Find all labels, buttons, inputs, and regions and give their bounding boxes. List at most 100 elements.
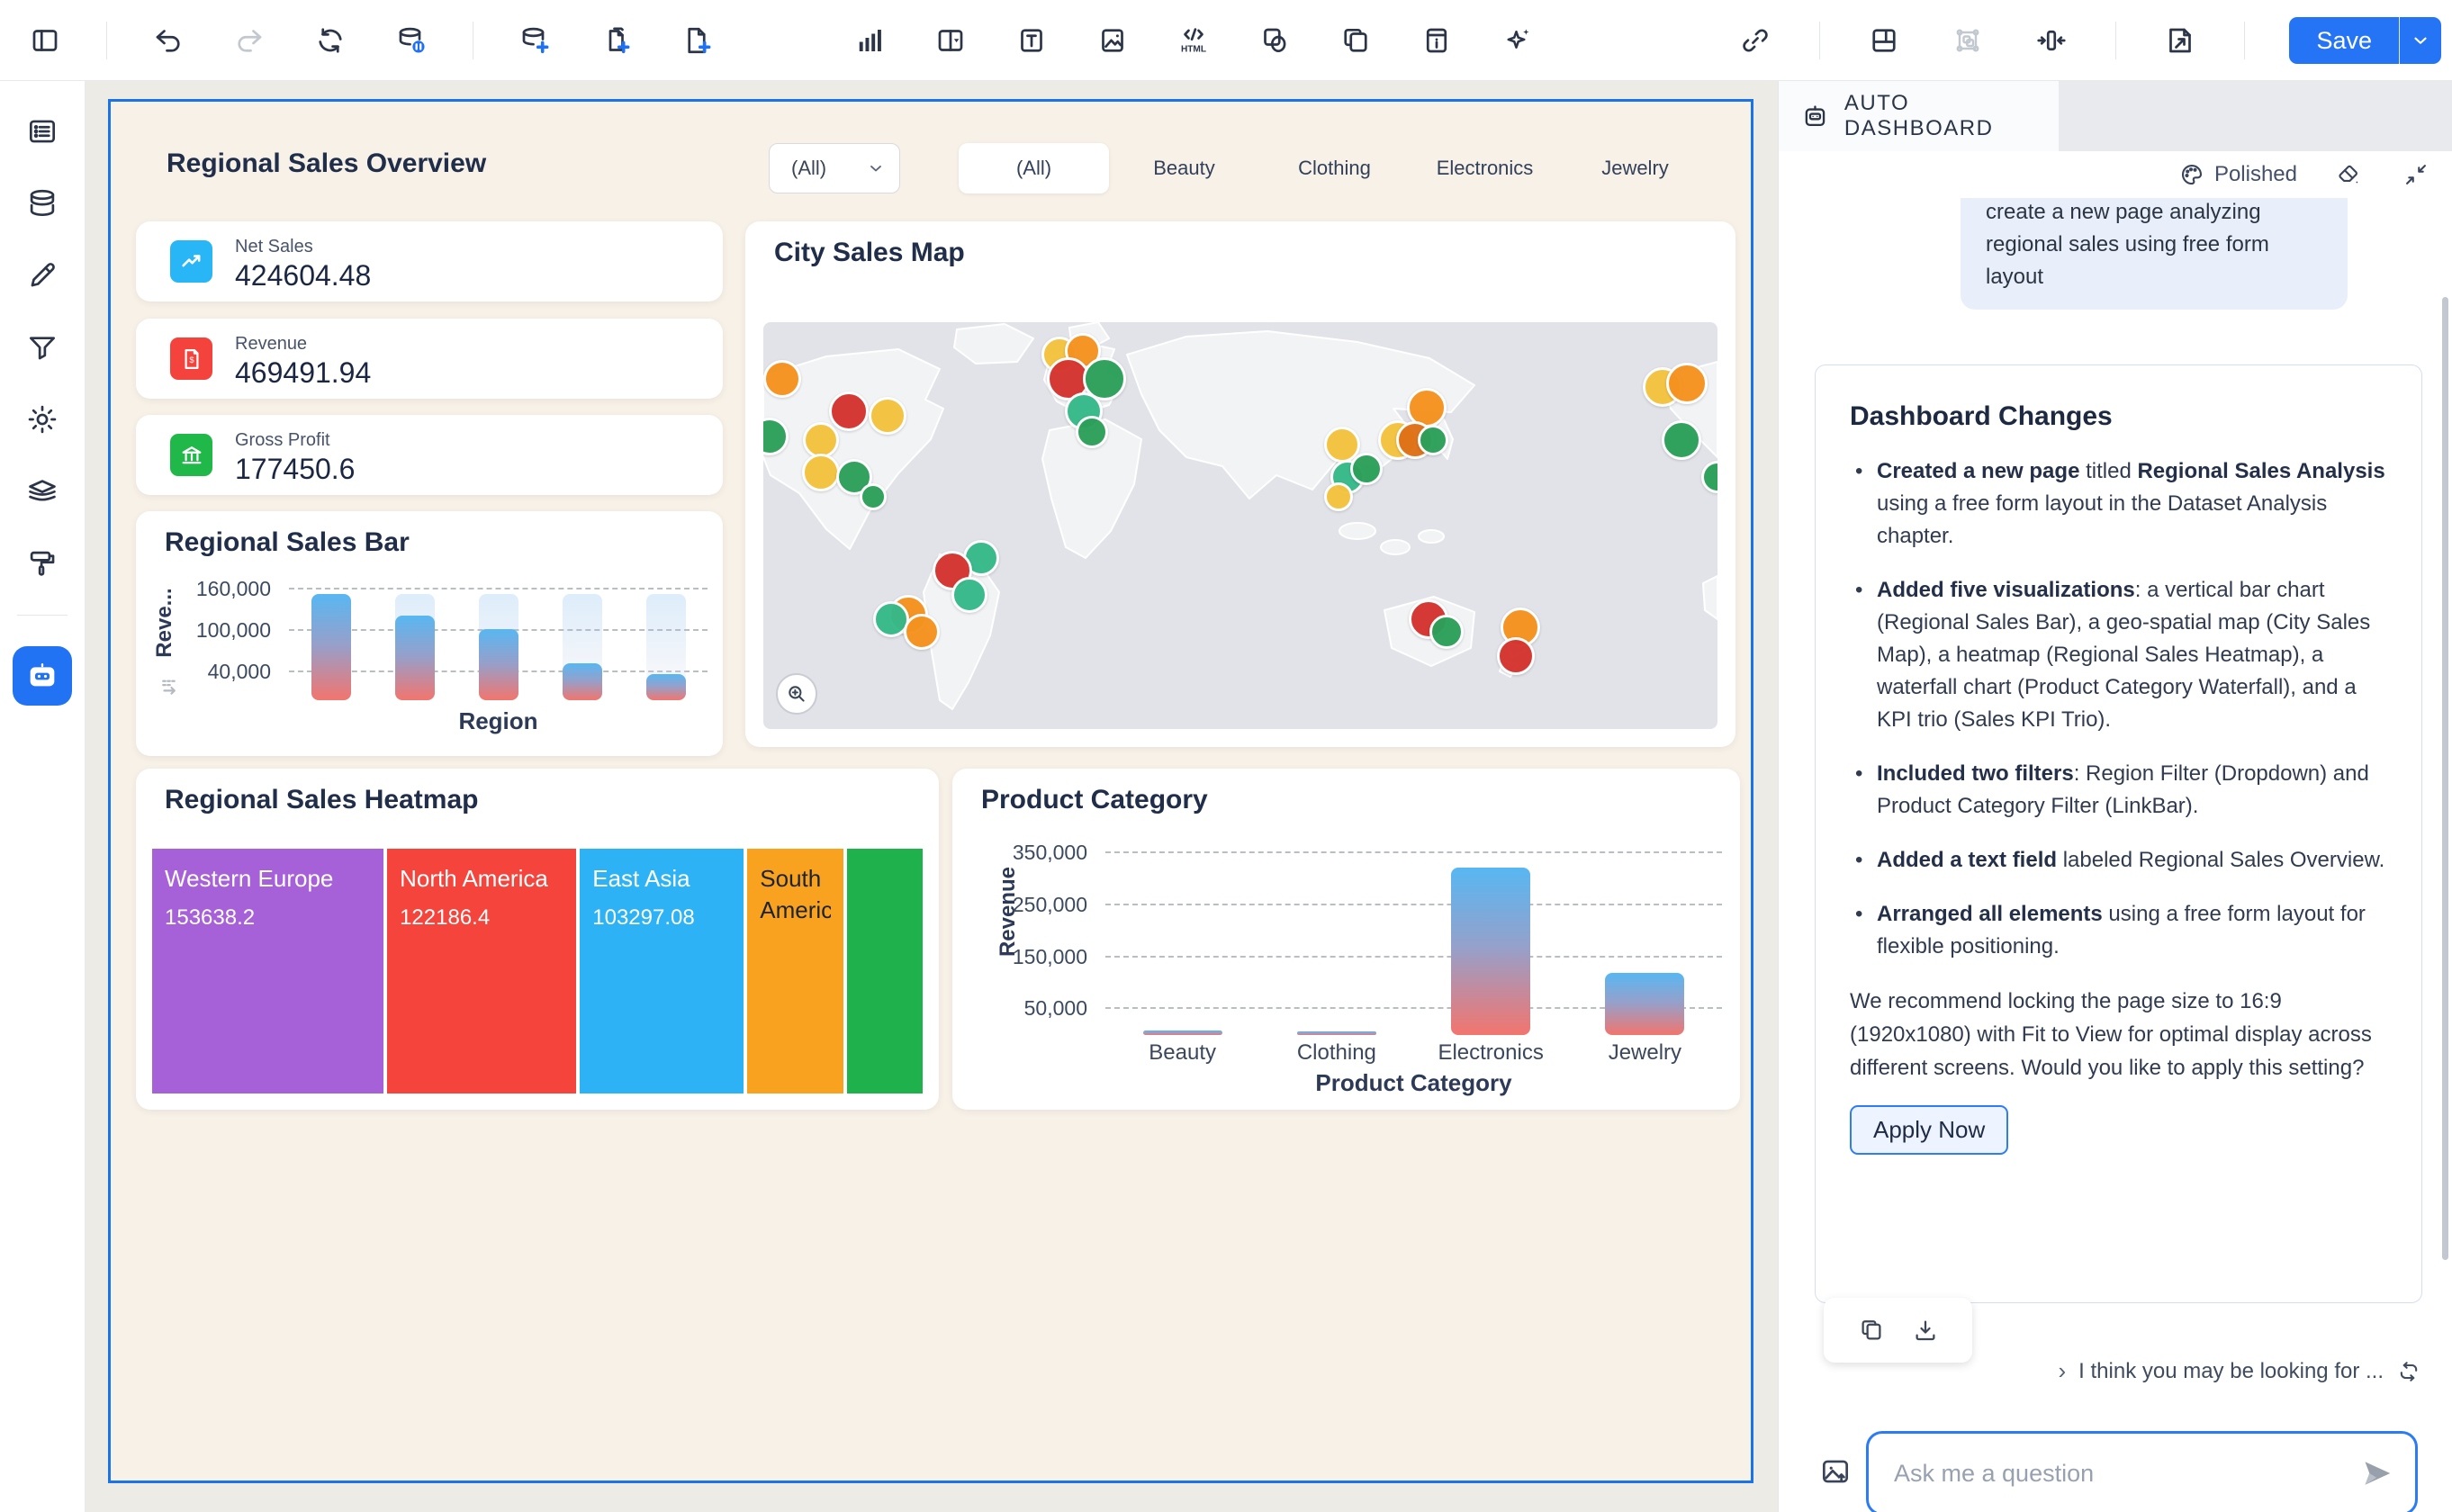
treemap-block[interactable] [847,849,923,1094]
panel-scrollbar[interactable] [2442,297,2448,1260]
kpi-card-net-sales[interactable]: Net Sales 424604.48 [136,221,723,302]
linkbar-option-jewelry[interactable]: Jewelry [1560,143,1710,194]
treemap-block-western-europe[interactable]: Western Europe153638.2 [152,849,383,1094]
save-button[interactable]: Save [2289,17,2441,64]
linkbar-option-all[interactable]: (All) [959,143,1109,194]
treemap-block-south-america[interactable]: South America [747,849,843,1094]
ai-sparkle-icon[interactable] [1498,21,1537,60]
insert-filter-widget-icon[interactable] [931,21,970,60]
sidebar-item-auto-dashboard-robot-icon[interactable] [13,646,72,706]
eraser-icon[interactable] [2335,161,2362,188]
city-dot-yellow [1324,482,1353,511]
sidebar-item-layers-icon[interactable] [22,471,63,512]
waterfall-plot: 50,000150,000250,000350,000 [1105,835,1722,1035]
suggestion-row[interactable]: › I think you may be looking for ... [2058,1357,2421,1385]
sidebar-toggle-icon[interactable] [25,21,65,60]
kpi-label: Gross Profit [235,430,330,451]
axis-pager-icon[interactable] [158,673,185,700]
ask-input[interactable] [1894,1460,2361,1488]
add-dataset-icon[interactable] [515,21,554,60]
city-dot-green [1076,416,1108,448]
chart-title: Regional Sales Heatmap [165,785,478,815]
treemap-label: South America [760,863,831,926]
collapse-horizontal-icon[interactable] [2032,21,2071,60]
bar-jewelry [1605,973,1684,1035]
send-icon[interactable] [2361,1457,2393,1490]
city-dot-green [1701,461,1717,493]
kpi-value: 177450.6 [235,453,355,486]
collapse-panel-icon[interactable] [2403,162,2429,187]
layout-icon[interactable] [1864,21,1904,60]
y-tick-label: 150,000 [1013,945,1087,969]
ask-row [1779,1431,2452,1512]
regional-sales-heatmap-widget[interactable]: Regional Sales Heatmap Western Europe153… [136,769,939,1110]
insert-image-icon[interactable] [1093,21,1132,60]
duplicate-page-add-icon[interactable] [596,21,636,60]
sidebar-item-settings-icon[interactable] [22,399,63,440]
info-card-icon[interactable] [1417,21,1456,60]
sidebar-item-catalog-icon[interactable] [22,111,63,152]
sidebar-item-filter-icon[interactable] [22,327,63,368]
map-zoom-control[interactable] [776,673,817,715]
suggestion-text[interactable]: I think you may be looking for ... [2078,1359,2384,1384]
save-button-label[interactable]: Save [2289,17,2399,64]
bar-chart-plot: 40,000100,000160,000 [289,581,708,700]
x-tick-label: Clothing [1259,1040,1413,1066]
sidebar-item-theme-icon[interactable] [22,543,63,584]
linkbar-option-beauty[interactable]: Beauty [1109,143,1259,194]
bars [1105,835,1722,1035]
undo-icon[interactable] [149,21,188,60]
copy-icon[interactable] [1858,1317,1885,1344]
regenerate-icon[interactable] [2396,1359,2421,1384]
download-icon[interactable] [1912,1317,1939,1344]
sidebar-item-edit-icon[interactable] [22,255,63,296]
linkbar-option-clothing[interactable]: Clothing [1259,143,1410,194]
linkbar-option-electronics[interactable]: Electronics [1410,143,1560,194]
treemap-block-east-asia[interactable]: East Asia103297.08 [580,849,744,1094]
bar-slot [456,581,540,700]
tab-auto-dashboard[interactable]: AUTO DASHBOARD [1779,81,2059,151]
invoice-icon: $ [170,338,212,380]
regional-sales-bar-widget[interactable]: Regional Sales Bar Reve... 40,000100,000… [136,511,723,756]
insert-chart-icon[interactable] [850,21,889,60]
chart-title: Product Category [981,785,1208,815]
world-map[interactable] [763,322,1717,729]
insert-shape-icon[interactable] [1255,21,1294,60]
dashboard-page[interactable]: Regional Sales Overview (All) (All) Beau… [108,99,1753,1483]
expand-chevron-icon[interactable]: › [2058,1357,2066,1385]
bars [289,581,708,700]
city-sales-map-widget[interactable]: City Sales Map [745,221,1735,747]
list-item: Included two filters: Region Filter (Dro… [1850,758,2387,823]
link-icon[interactable] [1735,21,1775,60]
x-tick-label: Beauty [1105,1040,1259,1066]
palette-icon[interactable] [2178,161,2205,188]
robot-icon [1800,101,1830,131]
x-axis-label: Region [289,707,708,735]
sidebar-item-data-icon[interactable] [22,183,63,224]
refresh-icon[interactable] [311,21,350,60]
product-category-waterfall-widget[interactable]: Product Category Revenue 50,000150,00025… [952,769,1740,1110]
panel-toolbar: Polished [1779,151,2452,198]
y-tick-label: 40,000 [208,660,271,684]
y-tick-label: 250,000 [1013,893,1087,917]
insert-text-icon[interactable] [1012,21,1051,60]
recommendation-text: We recommend locking the page size to 16… [1850,985,2387,1085]
insert-html-icon[interactable]: HTML [1174,21,1213,60]
kpi-card-revenue[interactable]: $ Revenue 469491.94 [136,319,723,399]
canvas-area: Regional Sales Overview (All) (All) Beau… [86,81,1778,1512]
copy-widget-icon[interactable] [1336,21,1375,60]
dataset-pause-icon[interactable] [392,21,431,60]
bar-beauty [1143,1030,1222,1035]
list-item: Created a new page titled Regional Sales… [1850,455,2387,553]
kpi-card-gross-profit[interactable]: Gross Profit 177450.6 [136,415,723,495]
save-options-chevron-icon[interactable] [2400,17,2441,64]
city-dot-green [860,483,887,510]
apply-now-button[interactable]: Apply Now [1850,1105,2008,1155]
add-page-icon[interactable] [677,21,717,60]
bar-slot [624,581,708,700]
page-resize-icon[interactable] [2160,21,2200,60]
treemap-block-north-america[interactable]: North America122186.4 [387,849,576,1094]
region-filter-dropdown[interactable]: (All) [769,143,900,194]
bar-slot [1105,835,1259,1035]
image-upload-icon[interactable] [1818,1454,1853,1489]
